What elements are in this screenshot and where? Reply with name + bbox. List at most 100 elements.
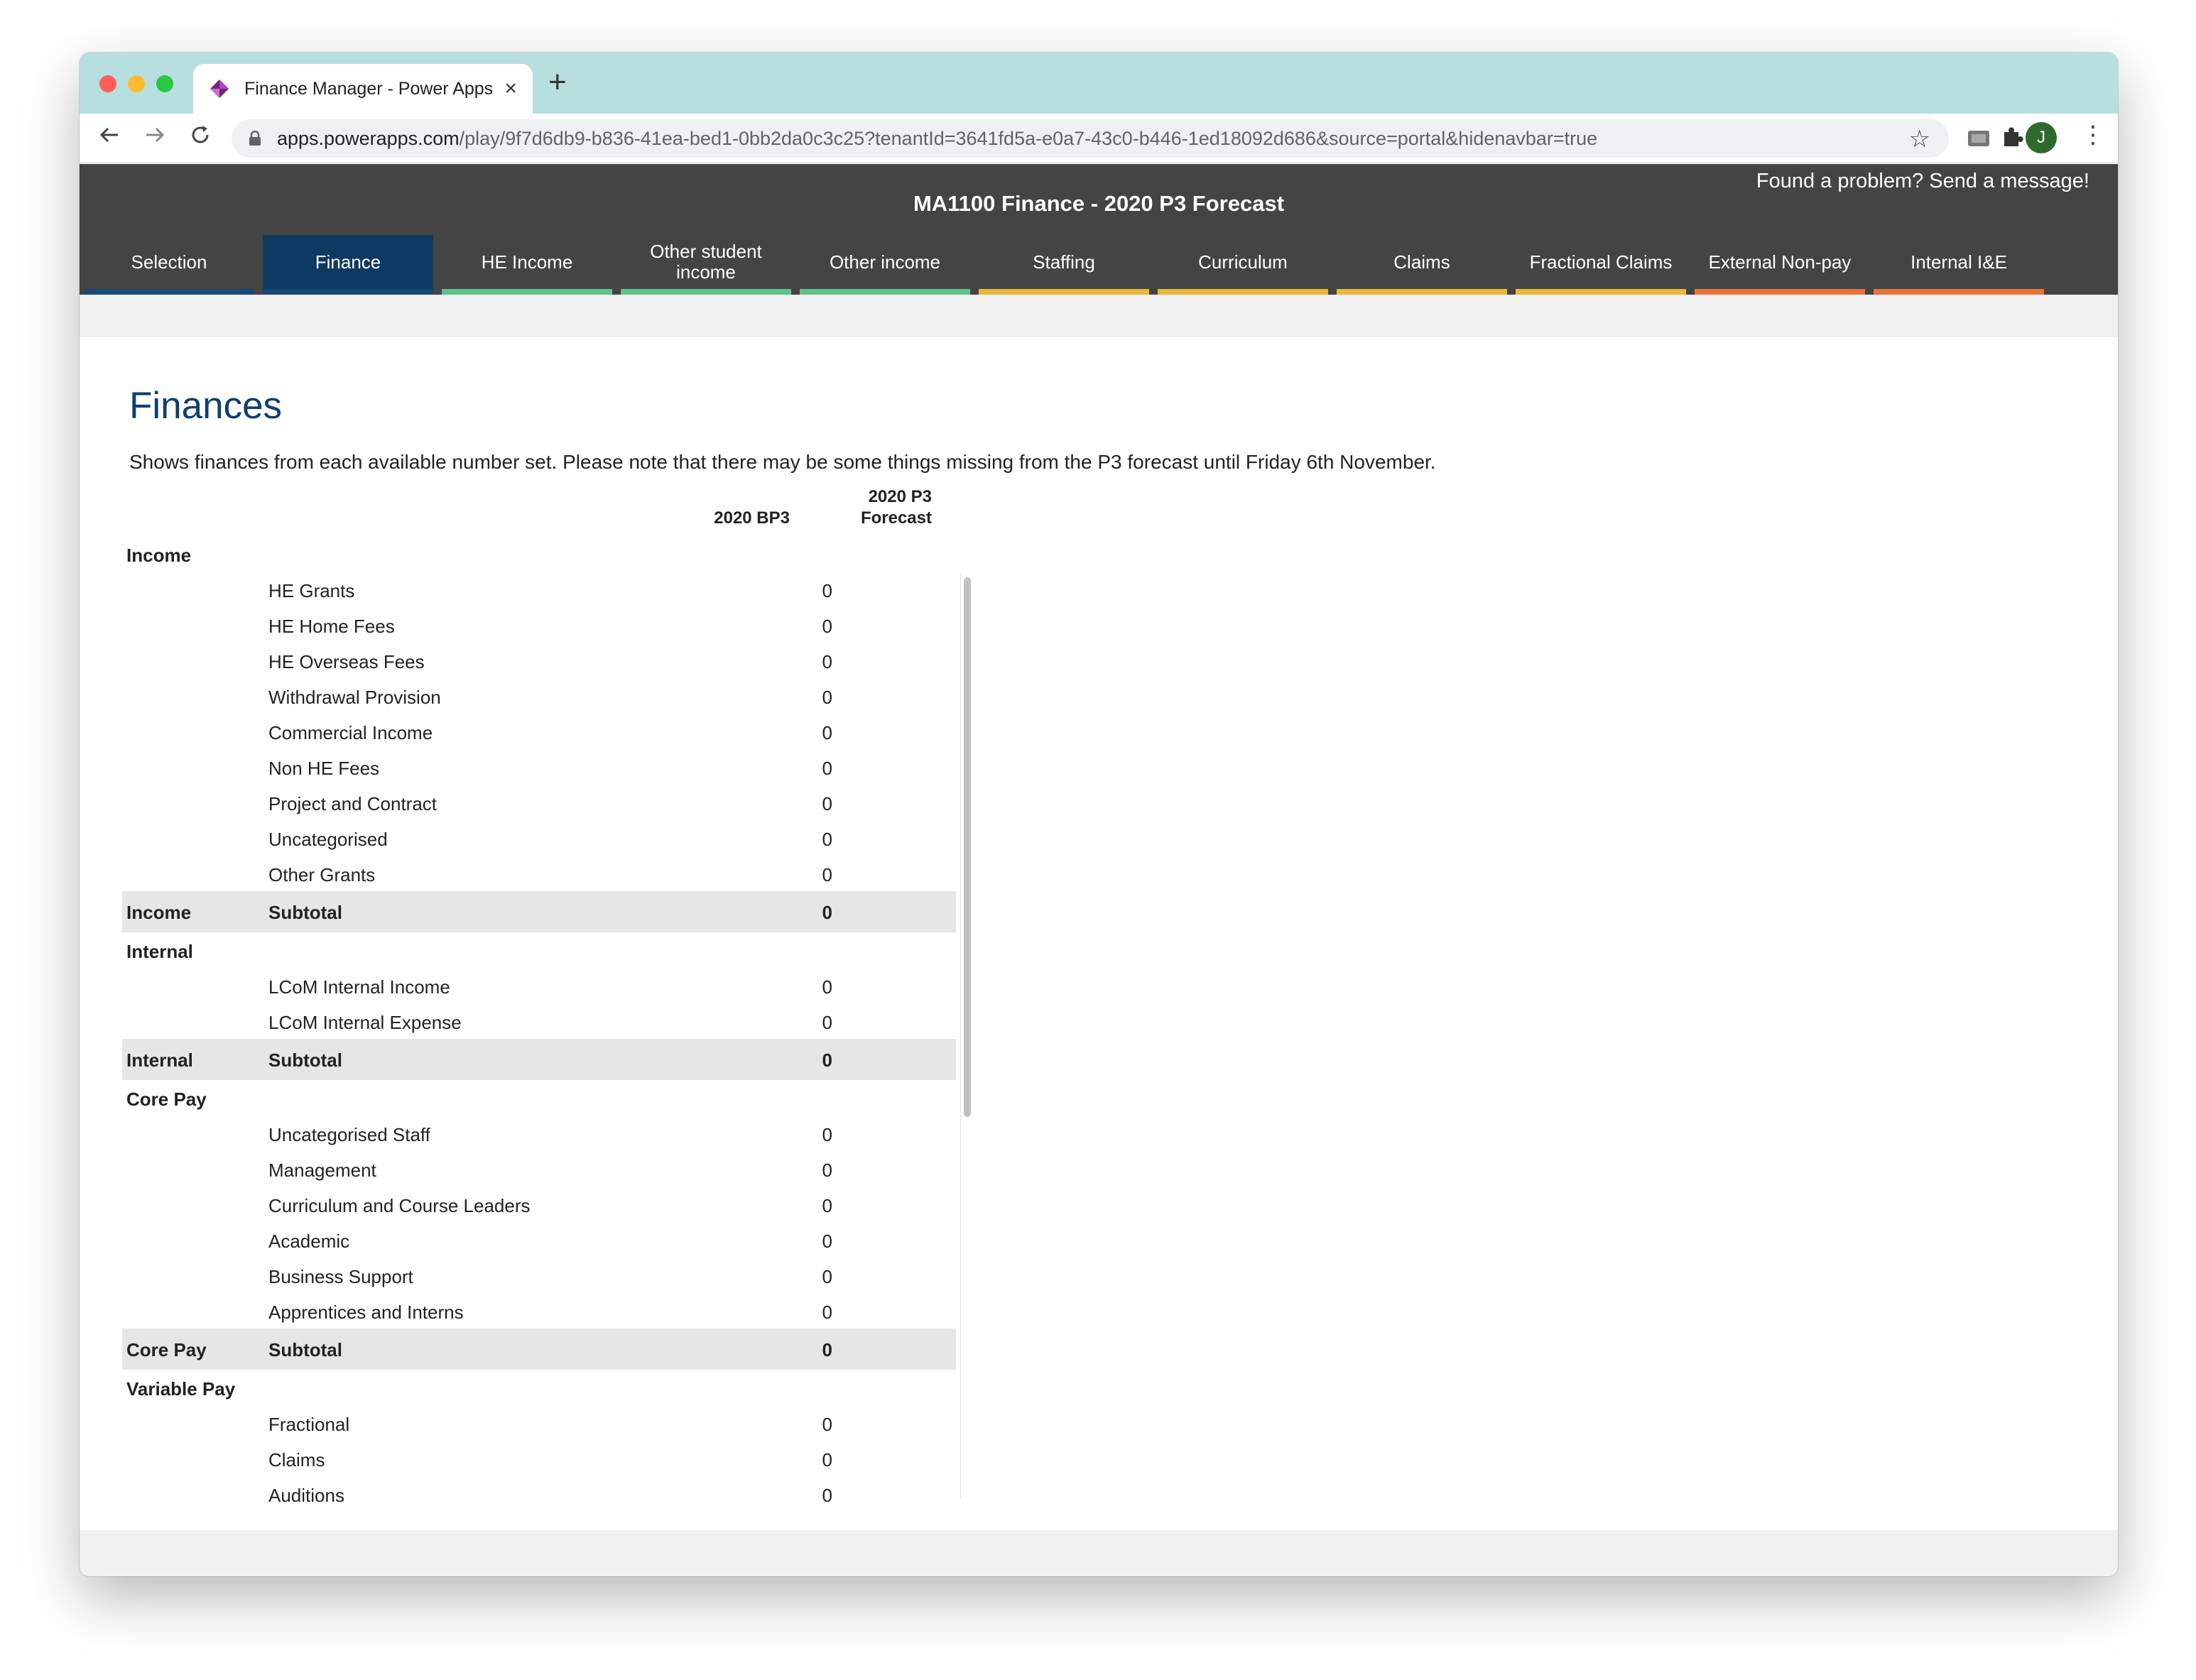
close-window-button[interactable] [99, 75, 116, 92]
section-row: Core Pay [122, 1080, 956, 1116]
column-header-p3-forecast: 2020 P3 Forecast [860, 487, 932, 528]
table-row: Fractional00 [122, 1405, 956, 1441]
row-value-p3: 0 [804, 616, 956, 638]
nav-tab-internal-i-e[interactable]: Internal I&E [1874, 235, 2044, 295]
nav-tab-he-income[interactable]: HE Income [442, 235, 612, 295]
nav-tab-other-student-income[interactable]: Other student income [621, 235, 791, 295]
row-value-p3: 0 [804, 793, 956, 815]
maximize-window-button[interactable] [156, 75, 173, 92]
tab-title: Finance Manager - Power Apps [244, 78, 494, 99]
nav-tab-other-income[interactable]: Other income [800, 235, 970, 295]
minimize-window-button[interactable] [128, 75, 145, 92]
table-row: Project and Contract00 [122, 785, 956, 820]
bookmark-star-icon[interactable]: ☆ [1909, 125, 1930, 153]
browser-toolbar: apps.powerapps.com/play/9f7d6db9-b836-41… [80, 114, 2118, 163]
extension-icon[interactable] [1966, 125, 1991, 151]
row-label: Uncategorised Staff [268, 1124, 430, 1145]
nav-tab-curriculum[interactable]: Curriculum [1158, 235, 1328, 295]
row-value-p3: 0 [804, 651, 956, 673]
browser-window: Finance Manager - Power Apps × + apps.po… [80, 53, 2118, 1576]
row-label: Subtotal [268, 1339, 342, 1360]
row-label: Project and Contract [268, 793, 437, 814]
row-label: Withdrawal Provision [268, 687, 441, 708]
finance-panel: Finances Shows finances from each availa… [80, 337, 2118, 1530]
nav-tab-fractional-claims[interactable]: Fractional Claims [1516, 235, 1686, 295]
browser-tab[interactable]: Finance Manager - Power Apps × [193, 64, 533, 114]
table-row: Academic00 [122, 1222, 956, 1258]
row-value-p3: 0 [804, 1266, 956, 1288]
section-row: Variable Pay [122, 1370, 956, 1405]
table-row: HE Overseas Fees00 [122, 643, 956, 678]
row-label: HE Grants [268, 580, 355, 601]
url-path: /play/9f7d6db9-b836-41ea-bed1-0bb2da0c3c… [459, 127, 1598, 149]
row-label: Non HE Fees [268, 758, 380, 779]
section-row: Internal [122, 932, 956, 968]
table-row: Withdrawal Provision00 [122, 678, 956, 714]
power-apps-icon [209, 78, 230, 99]
table-row: Non HE Fees00 [122, 749, 956, 785]
nav-tab-staffing[interactable]: Staffing [979, 235, 1149, 295]
menu-dots-icon[interactable]: ⋮ [2081, 121, 2105, 149]
row-section: Core Pay [126, 1089, 207, 1110]
puzzle-icon[interactable] [1999, 125, 2024, 151]
table-row: Commercial Income00 [122, 714, 956, 749]
row-value-p3: 0 [804, 722, 956, 744]
row-value-p3: 0 [804, 902, 956, 924]
row-section: Internal [126, 941, 193, 962]
tab-close-icon[interactable]: × [504, 78, 517, 99]
row-value-p3: 0 [804, 1449, 956, 1471]
row-label: Management [268, 1160, 376, 1181]
table-row: Uncategorised00 [122, 820, 956, 856]
back-arrow-icon[interactable] [98, 124, 121, 151]
table-row: Management00 [122, 1151, 956, 1187]
reload-icon[interactable] [189, 124, 212, 151]
row-label: Uncategorised [268, 829, 388, 850]
subtotal-row: Core PaySubtotal00 [122, 1329, 956, 1370]
forward-arrow-icon[interactable] [143, 124, 166, 151]
row-value-p3: 0 [804, 1302, 956, 1324]
subtotal-row: InternalSubtotal00 [122, 1039, 956, 1080]
row-label: Auditions [268, 1485, 344, 1502]
new-tab-icon[interactable]: + [548, 67, 567, 98]
nav-tab-claims[interactable]: Claims [1337, 235, 1507, 295]
table-row: Other Grants00 [122, 856, 956, 891]
row-value-p3: 0 [804, 758, 956, 780]
profile-avatar[interactable]: J [2026, 122, 2057, 153]
nav-tab-finance[interactable]: Finance [263, 235, 433, 295]
app-header: MA1100 Finance - 2020 P3 Forecast Found … [80, 164, 2118, 295]
row-value-p3: 0 [804, 1195, 956, 1217]
table-scrollbar[interactable] [960, 574, 973, 1498]
row-value-p3: 0 [804, 1231, 956, 1253]
url-text: apps.powerapps.com/play/9f7d6db9-b836-41… [277, 128, 1597, 150]
row-label: Academic [268, 1231, 350, 1252]
table-row: Curriculum and Course Leaders00 [122, 1187, 956, 1222]
table-row: Uncategorised Staff00 [122, 1116, 956, 1151]
feedback-link[interactable]: Found a problem? Send a message! [1756, 170, 2089, 193]
row-value-p3: 0 [804, 1485, 956, 1502]
address-bar[interactable]: apps.powerapps.com/play/9f7d6db9-b836-41… [232, 119, 1949, 158]
nav-tab-selection[interactable]: Selection [84, 235, 254, 295]
table-row: Business Support00 [122, 1258, 956, 1293]
nav-tab-external-non-pay[interactable]: External Non-pay [1695, 235, 1865, 295]
row-label: Subtotal [268, 1049, 342, 1071]
table-row: Claims00 [122, 1441, 956, 1476]
row-label: Commercial Income [268, 722, 433, 743]
finance-table: Income HE Grants 0 0 HE Home Fees 0 0 HE Overse… [122, 536, 956, 1502]
row-label: HE Overseas Fees [268, 651, 425, 672]
row-value-p3: 0 [804, 1049, 956, 1071]
table-row: HE Home Fees00 [122, 607, 956, 643]
lock-icon[interactable] [249, 130, 261, 146]
row-value-p3: 0 [804, 687, 956, 709]
row-section: Income [126, 902, 192, 923]
section-row: Income [122, 536, 956, 572]
row-label: Subtotal [268, 902, 342, 923]
row-value-p3: 0 [804, 1160, 956, 1182]
scrollbar-thumb[interactable] [964, 577, 971, 1117]
page-title: Finances [129, 385, 283, 427]
row-label: HE Home Fees [268, 616, 395, 637]
table-row: Apprentices and Interns00 [122, 1293, 956, 1329]
row-label: Business Support [268, 1266, 413, 1287]
row-value-p3: 0 [804, 1339, 956, 1361]
table-row: HE Grants00 [122, 572, 956, 607]
row-label: Other Grants [268, 864, 376, 885]
